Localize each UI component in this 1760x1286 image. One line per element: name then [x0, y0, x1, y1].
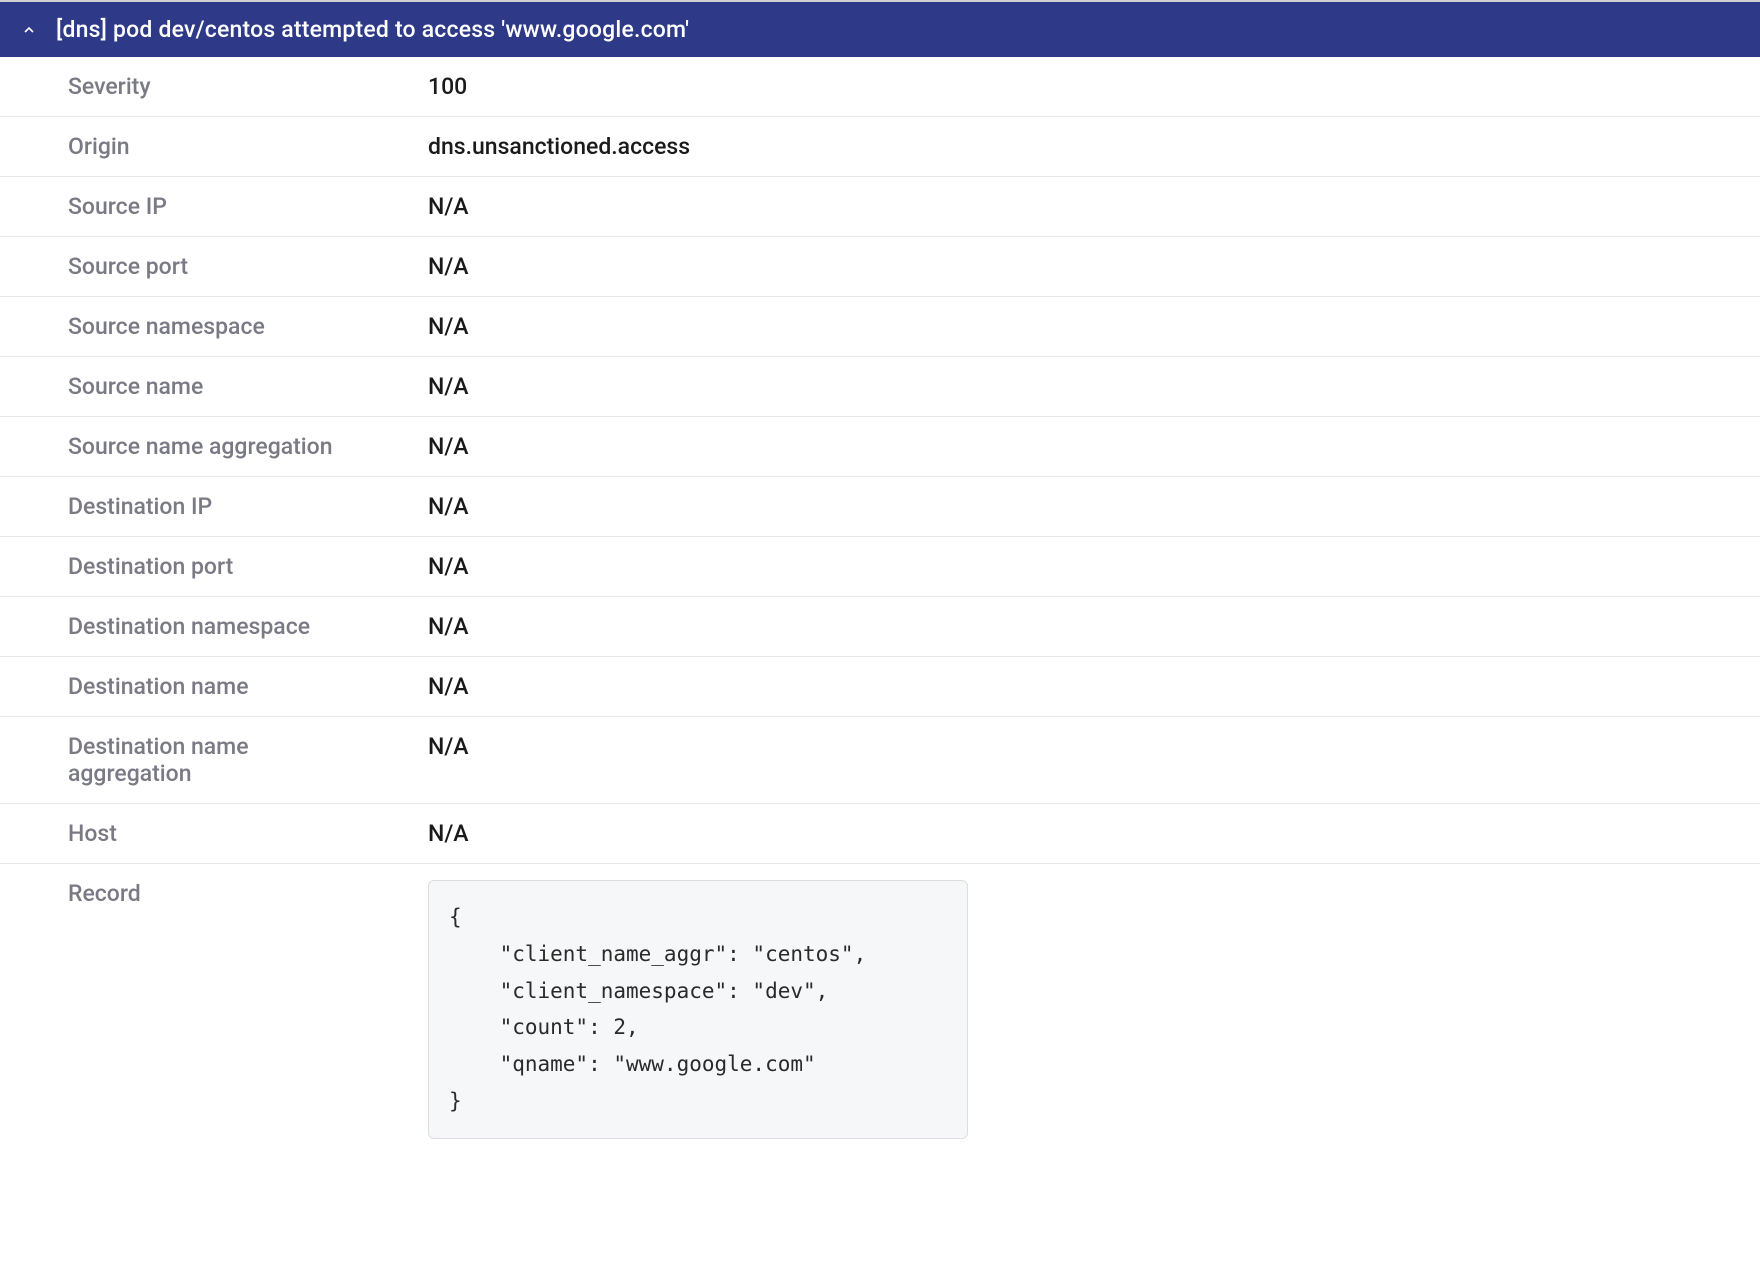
- detail-row-severity: Severity 100: [0, 57, 1760, 117]
- detail-row-source-name-agg: Source name aggregation N/A: [0, 417, 1760, 477]
- detail-row-source-namespace: Source namespace N/A: [0, 297, 1760, 357]
- source-ip-label: Source IP: [0, 193, 360, 220]
- source-name-agg-value: N/A: [360, 433, 1760, 460]
- host-label: Host: [0, 820, 360, 847]
- dest-port-value: N/A: [360, 553, 1760, 580]
- detail-row-dest-port: Destination port N/A: [0, 537, 1760, 597]
- dest-namespace-value: N/A: [360, 613, 1760, 640]
- detail-row-host: Host N/A: [0, 804, 1760, 864]
- alert-details-table: Severity 100 Origin dns.unsanctioned.acc…: [0, 57, 1760, 1155]
- source-port-value: N/A: [360, 253, 1760, 280]
- dest-ip-value: N/A: [360, 493, 1760, 520]
- host-value: N/A: [360, 820, 1760, 847]
- detail-row-dest-namespace: Destination namespace N/A: [0, 597, 1760, 657]
- collapse-toggle[interactable]: [20, 21, 38, 39]
- detail-row-dest-ip: Destination IP N/A: [0, 477, 1760, 537]
- source-port-label: Source port: [0, 253, 360, 280]
- dest-namespace-label: Destination namespace: [0, 613, 360, 640]
- chevron-up-icon: [21, 22, 37, 38]
- alert-header: [dns] pod dev/centos attempted to access…: [0, 0, 1760, 57]
- dest-name-agg-label: Destination name aggregation: [0, 733, 360, 787]
- dest-name-label: Destination name: [0, 673, 360, 700]
- source-name-value: N/A: [360, 373, 1760, 400]
- source-name-label: Source name: [0, 373, 360, 400]
- detail-row-record: Record { "client_name_aggr": "centos", "…: [0, 864, 1760, 1155]
- origin-label: Origin: [0, 133, 360, 160]
- detail-row-origin: Origin dns.unsanctioned.access: [0, 117, 1760, 177]
- dest-name-agg-value: N/A: [360, 733, 1760, 760]
- dest-name-value: N/A: [360, 673, 1760, 700]
- severity-label: Severity: [0, 73, 360, 100]
- detail-row-dest-name-agg: Destination name aggregation N/A: [0, 717, 1760, 804]
- source-namespace-label: Source namespace: [0, 313, 360, 340]
- source-namespace-value: N/A: [360, 313, 1760, 340]
- detail-row-dest-name: Destination name N/A: [0, 657, 1760, 717]
- detail-row-source-port: Source port N/A: [0, 237, 1760, 297]
- severity-value: 100: [360, 73, 1760, 100]
- source-name-agg-label: Source name aggregation: [0, 433, 360, 460]
- source-ip-value: N/A: [360, 193, 1760, 220]
- record-value-container: { "client_name_aggr": "centos", "client_…: [360, 880, 1760, 1139]
- record-label: Record: [0, 880, 360, 907]
- dest-port-label: Destination port: [0, 553, 360, 580]
- detail-row-source-ip: Source IP N/A: [0, 177, 1760, 237]
- dest-ip-label: Destination IP: [0, 493, 360, 520]
- alert-title: [dns] pod dev/centos attempted to access…: [56, 16, 689, 43]
- record-json: { "client_name_aggr": "centos", "client_…: [428, 880, 968, 1139]
- detail-row-source-name: Source name N/A: [0, 357, 1760, 417]
- origin-value: dns.unsanctioned.access: [360, 133, 1760, 160]
